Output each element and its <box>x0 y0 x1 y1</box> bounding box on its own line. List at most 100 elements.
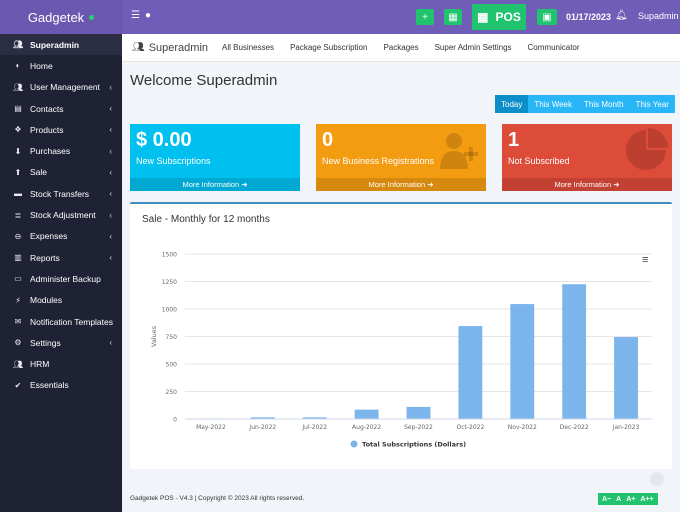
font-decrease-button[interactable]: A− <box>602 496 611 503</box>
bar-chart: 0 250 500 750 1000 1250 1500 Values May-2022 Jun-… <box>150 252 652 449</box>
period-this-year-button[interactable]: This Year <box>629 95 675 113</box>
sidebar-item-administer-backup[interactable]: ▭ Administer Backup <box>0 268 122 289</box>
brand-logo[interactable]: Gadgetek <box>0 0 122 34</box>
sidebar-item-user-management[interactable]: 👥︎ User Management ‹ <box>0 77 122 98</box>
font-increase-button[interactable]: A+ <box>626 496 635 503</box>
tab-package-subscription[interactable]: Package Subscription <box>290 43 367 52</box>
info-icon[interactable]: ● <box>145 10 151 21</box>
sidebar-item-notification-templates[interactable]: ✉ Notification Templates <box>0 311 122 332</box>
x-tick-label: May-2022 <box>196 424 226 431</box>
user-menu[interactable]: Supadmin <box>638 11 679 21</box>
address-book-icon: ▤ <box>14 104 22 114</box>
chevron-left-icon: ‹ <box>109 82 112 92</box>
tab-communicator[interactable]: Communicator <box>528 43 580 52</box>
more-info-link[interactable]: More Information ➜ <box>130 178 300 191</box>
sidebar-item-label: Notification Templates <box>30 316 113 327</box>
x-tick-label: Jan-2023 <box>612 424 640 431</box>
scroll-to-top-button[interactable] <box>650 472 664 486</box>
period-this-month-button[interactable]: This Month <box>578 95 630 113</box>
card-value: $ 0.00 <box>136 129 192 151</box>
database-icon: ≣ <box>14 210 22 220</box>
more-info-link[interactable]: More Information ➜ <box>316 178 486 191</box>
font-reset-button[interactable]: A <box>616 496 621 503</box>
sidebar-item-contacts[interactable]: ▤ Contacts ‹ <box>0 98 122 119</box>
sidebar-item-label: Administer Backup <box>30 273 101 284</box>
x-tick-label: Oct-2022 <box>456 424 484 431</box>
sidebar-item-expenses[interactable]: ⊖ Expenses ‹ <box>0 226 122 247</box>
hamburger-menu-icon[interactable]: ☰ <box>131 10 140 21</box>
sidebar-item-superadmin[interactable]: 👥︎ Superadmin <box>0 34 122 56</box>
tab-super-admin-settings[interactable]: Super Admin Settings <box>435 43 512 52</box>
sidebar-item-label: Superadmin <box>30 39 80 50</box>
nav-home[interactable]: 👥︎ Superadmin <box>132 42 208 54</box>
users-icon: 👥︎ <box>132 42 145 53</box>
bell-icon[interactable]: 🔔︎ <box>615 10 628 21</box>
sidebar-item-purchases[interactable]: ⬇ Purchases ‹ <box>0 140 122 161</box>
nav-home-label: Superadmin <box>148 41 209 54</box>
brand-name: Gadgetek <box>27 9 85 25</box>
sidebar-item-settings[interactable]: ⚙ Settings ‹ <box>0 332 122 353</box>
sidebar-item-label: Products <box>30 124 64 135</box>
x-tick-label: Dec-2022 <box>560 424 589 431</box>
sidebar-item-home[interactable]: ◐ Home <box>0 55 122 76</box>
add-icon[interactable]: + <box>416 9 434 25</box>
x-tick-label: Nov-2022 <box>508 424 537 431</box>
sidebar-item-essentials[interactable]: ✔ Essentials <box>0 375 122 396</box>
sidebar-item-stock-adjustment[interactable]: ≣ Stock Adjustment ‹ <box>0 204 122 225</box>
chevron-left-icon: ‹ <box>109 125 112 135</box>
x-tick-label: Jul-2022 <box>301 424 327 431</box>
x-tick-label: Jun-2022 <box>248 424 276 431</box>
card-label: Not Subscribed <box>508 156 570 166</box>
sidebar-item-label: Stock Transfers <box>30 188 90 199</box>
tab-packages[interactable]: Packages <box>383 43 418 52</box>
minus-circle-icon: ⊖ <box>14 231 22 241</box>
cog-icon: ⚙ <box>14 338 22 348</box>
pos-button[interactable]: ▦ POS <box>472 4 526 30</box>
chevron-left-icon: ‹ <box>109 167 112 177</box>
chevron-left-icon: ‹ <box>109 253 112 263</box>
sidebar-item-modules[interactable]: ⚡︎ Modules <box>0 290 122 311</box>
calculator-icon[interactable]: ▦ <box>444 9 462 25</box>
chevron-left-icon: ‹ <box>109 231 112 241</box>
sidebar-item-label: Expenses <box>30 231 68 242</box>
sidebar: 👥︎ Superadmin ◐ Home 👥︎ User Management ‹ ▤ Cont… <box>0 34 122 512</box>
sidebar-item-sale[interactable]: ⬆ Sale ‹ <box>0 162 122 183</box>
users-icon: 👥︎ <box>13 359 24 369</box>
pie-chart-icon <box>626 128 668 170</box>
grid-icon: ▦ <box>477 10 489 24</box>
period-today-button[interactable]: Today <box>495 95 529 113</box>
sidebar-item-reports[interactable]: ▥ Reports ‹ <box>0 247 122 268</box>
sidebar-item-label: Purchases <box>30 146 71 157</box>
chevron-left-icon: ‹ <box>109 210 112 220</box>
bar <box>354 409 379 419</box>
user-plus-icon <box>440 133 478 169</box>
bar <box>510 304 535 419</box>
sidebar-item-stock-transfers[interactable]: ▬ Stock Transfers ‹ <box>0 183 122 204</box>
page-title: Welcome Superadmin <box>130 72 278 89</box>
more-info-link[interactable]: More Information ➜ <box>502 178 672 191</box>
sidebar-item-hrm[interactable]: 👥︎ HRM <box>0 353 122 374</box>
envelope-icon: ✉ <box>14 317 22 326</box>
hdd-icon: ▭ <box>14 274 22 284</box>
sidebar-item-products[interactable]: ❖ Products ‹ <box>0 119 122 140</box>
sidebar-item-label: Essentials <box>30 380 69 391</box>
new-subscriptions-card: $ 0.00 New Subscriptions More Informatio… <box>130 124 300 191</box>
y-tick-label: 1000 <box>162 307 177 314</box>
x-tick-label: Aug-2022 <box>352 424 381 431</box>
tab-all-businesses[interactable]: All Businesses <box>222 43 274 52</box>
y-tick-label: 500 <box>166 362 178 369</box>
bar <box>614 337 638 419</box>
page-footer: Gadgetek POS - V4.3 | Copyright © 2023 A… <box>130 495 305 502</box>
arrow-circle-right-icon: ➜ <box>241 180 248 189</box>
font-increase-more-button[interactable]: A++ <box>640 496 653 503</box>
cash-icon[interactable]: ▣ <box>537 9 557 25</box>
x-tick-label: Sep-2022 <box>404 424 433 431</box>
period-this-week-button[interactable]: This Week <box>528 95 578 113</box>
sidebar-item-label: HRM <box>30 359 50 370</box>
bar <box>406 406 431 419</box>
card-label: New Subscriptions <box>136 156 211 166</box>
card-value: 1 <box>508 129 520 151</box>
sidebar-item-label: Sale <box>30 167 48 178</box>
y-tick-label: 250 <box>166 389 178 396</box>
cubes-icon: ❖ <box>14 125 22 135</box>
